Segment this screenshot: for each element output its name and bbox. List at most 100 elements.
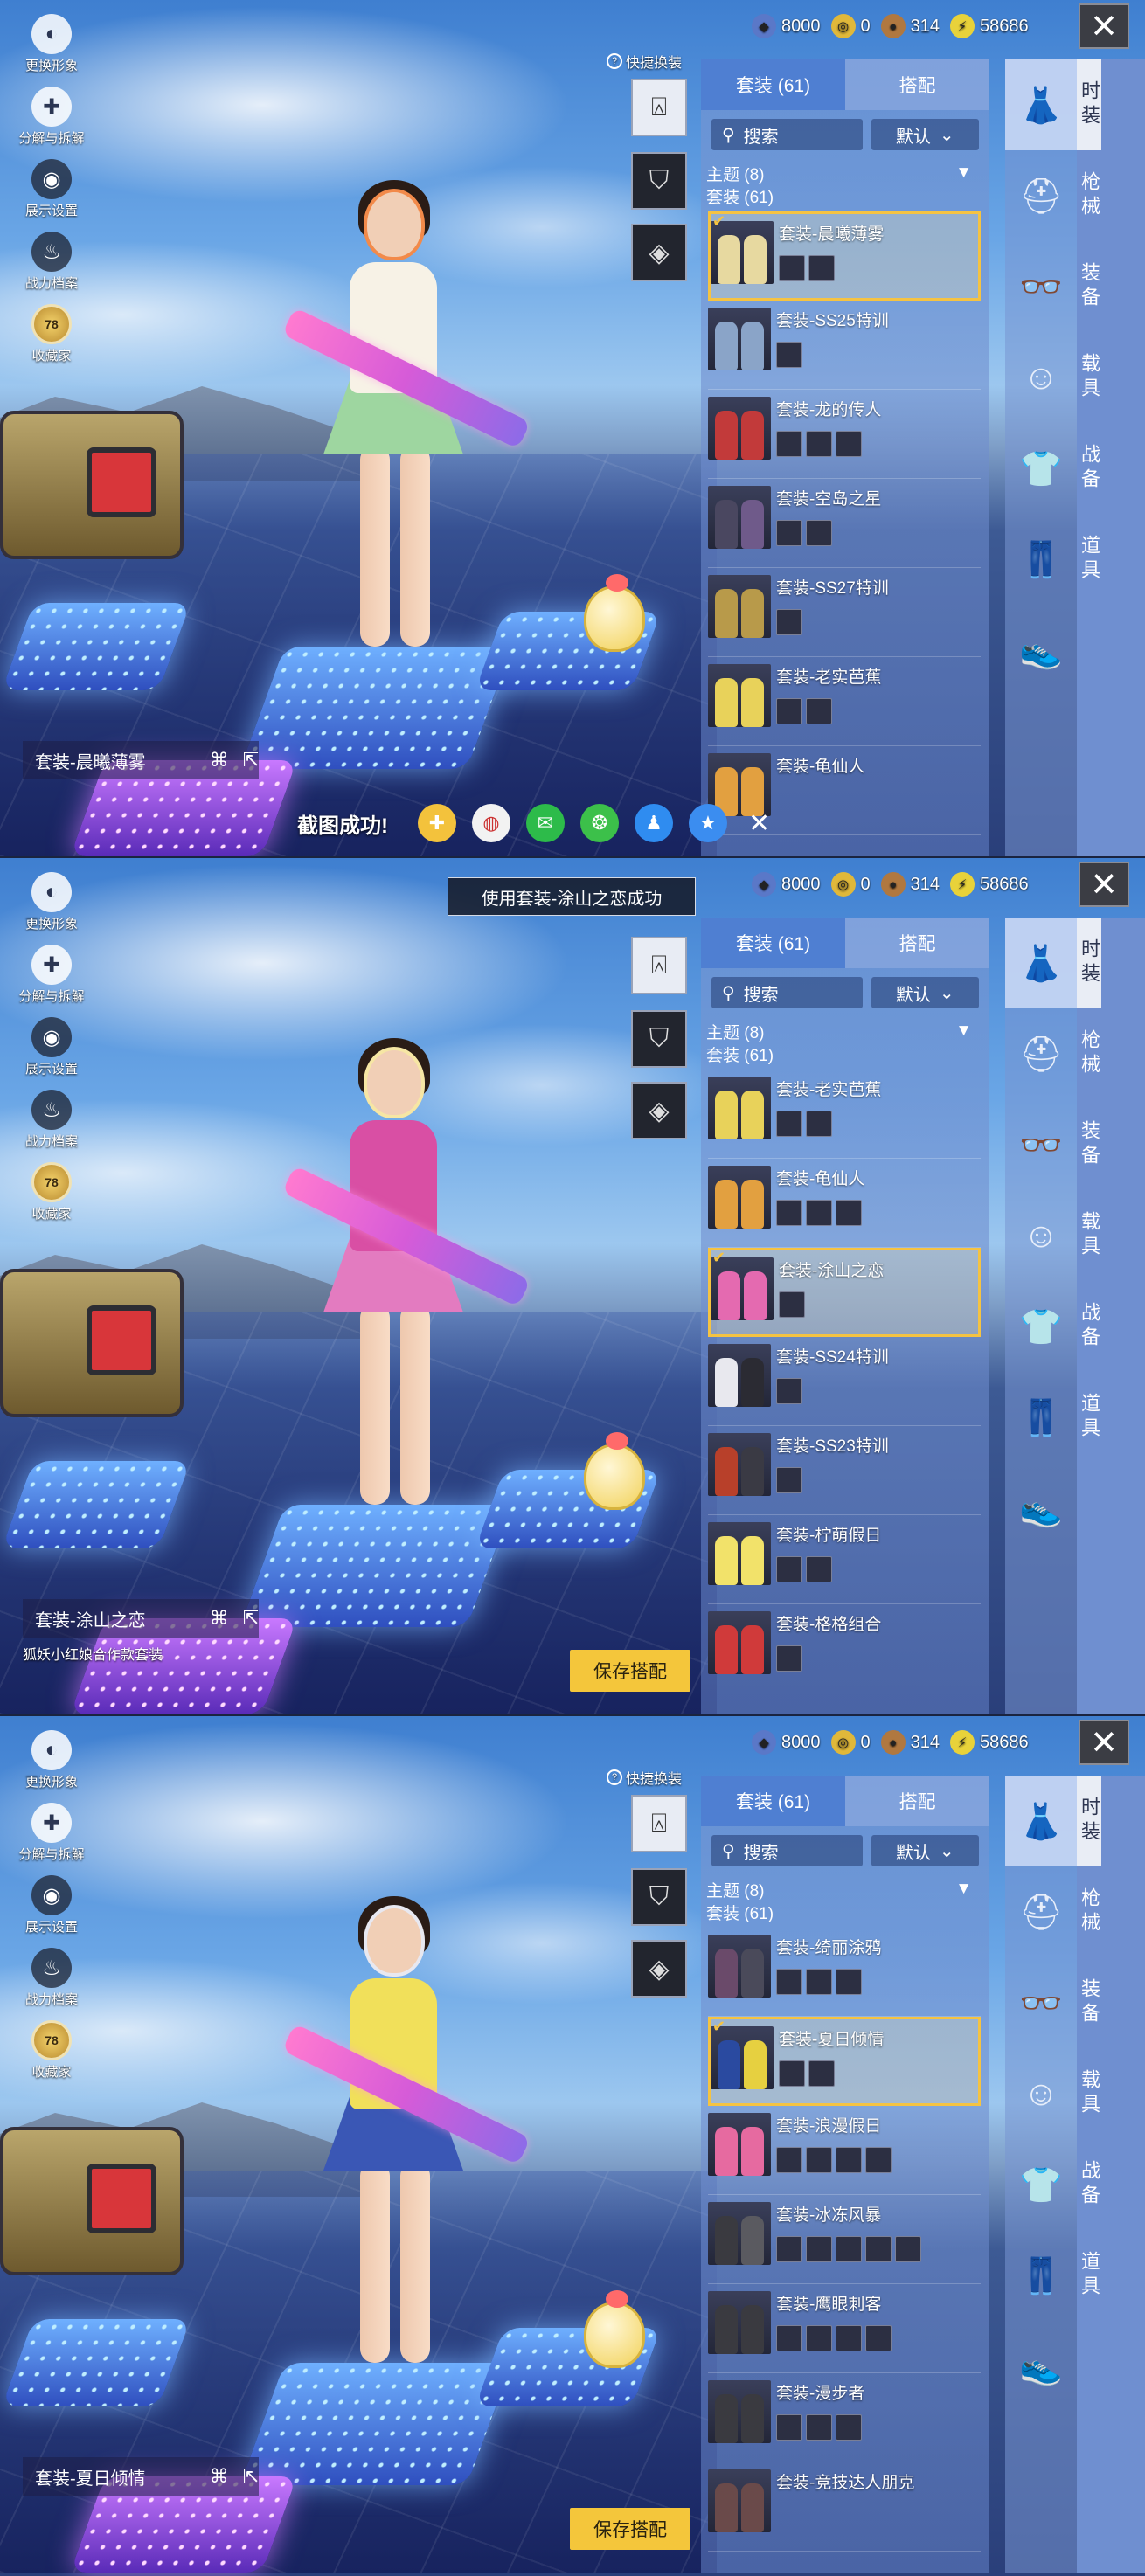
category-tab[interactable]: 时装 [1077, 59, 1101, 150]
close-icon[interactable]: ✕ [748, 808, 770, 839]
outfit-part-icon[interactable] [776, 342, 802, 368]
category-tab[interactable]: 战备 [1077, 423, 1101, 514]
outfit-list-item[interactable]: 套装-SS25特训 [708, 301, 981, 390]
outfit-list-item[interactable]: 套装-SS23特训 [708, 1426, 981, 1515]
tab-outfit[interactable]: 套装 (61) [701, 918, 845, 968]
search-input[interactable]: ⚲ 搜索 [711, 977, 863, 1008]
category-tab[interactable]: 装备 [1077, 241, 1101, 332]
left-menu-item[interactable]: ♨ 战力档案 [16, 1090, 87, 1150]
outfit-part-icon[interactable] [779, 255, 805, 281]
mask-category-icon[interactable]: ☺ [1005, 2048, 1077, 2139]
qzone-icon[interactable]: ★ [689, 804, 727, 842]
outfit-part-icon[interactable] [806, 2414, 832, 2441]
outfit-part-icon[interactable] [776, 2325, 802, 2351]
share-outline-icon[interactable]: ⌘ [210, 2465, 229, 2488]
outfit-list-item[interactable]: 套装-漫步者 [708, 2373, 981, 2462]
quick-swap-button[interactable]: ? 快捷换装 [607, 51, 682, 72]
tab-match[interactable]: 搭配 [845, 59, 989, 110]
outfit-part-icon[interactable] [776, 431, 802, 457]
outfit-part-icon[interactable] [776, 1645, 802, 1672]
outfit-part-icon[interactable] [779, 2060, 805, 2087]
theme-filter[interactable]: 主题 (8) ▼ [701, 1875, 989, 1901]
tab-outfit[interactable]: 套装 (61) [701, 1776, 845, 1826]
category-tab[interactable]: 枪械 [1077, 150, 1101, 241]
outfit-part-icon[interactable] [776, 609, 802, 635]
outfit-part-icon[interactable] [836, 2236, 862, 2262]
share-outline-icon[interactable]: ⌘ [210, 1607, 229, 1630]
outfit-list-item[interactable]: 套装-老实芭蕉 [708, 657, 981, 746]
chicken-pet[interactable] [584, 574, 645, 652]
emblem-slot[interactable]: ⛉ [631, 1868, 687, 1926]
outfit-part-icon[interactable] [806, 2236, 832, 2262]
outfit-list-item[interactable]: 套装-龟仙人 [708, 1159, 981, 1248]
outfit-part-icon[interactable] [776, 1200, 802, 1226]
emblem-slot[interactable]: ⛉ [631, 1010, 687, 1068]
outfit-part-icon[interactable] [806, 2325, 832, 2351]
save-outfit-button[interactable]: 保存搭配 [570, 2508, 690, 2550]
search-input[interactable]: ⚲ 搜索 [711, 1835, 863, 1866]
chicken-pet[interactable] [584, 2290, 645, 2368]
outfit-part-icon[interactable] [776, 2236, 802, 2262]
outfit-part-icon[interactable] [776, 2147, 802, 2173]
left-menu-item[interactable]: 78 收藏家 [16, 2020, 87, 2081]
left-menu-item[interactable]: ◉ 展示设置 [16, 159, 87, 219]
category-tab[interactable]: 载具 [1077, 2048, 1101, 2139]
outfit-part-icon[interactable] [836, 1969, 862, 1995]
mask-category-icon[interactable]: ☺ [1005, 1190, 1077, 1281]
left-menu-item[interactable]: ✚ 分解与拆解 [16, 945, 87, 1005]
outfit-list-item[interactable]: 套装-SS27特训 [708, 568, 981, 657]
left-menu-item[interactable]: ◐ 更换形象 [16, 872, 87, 932]
chicken-pet[interactable] [584, 1432, 645, 1510]
category-tab[interactable]: 载具 [1077, 1190, 1101, 1281]
category-tab[interactable]: 枪械 [1077, 1866, 1101, 1957]
outfit-list-item[interactable]: 套装-柠萌假日 [708, 1515, 981, 1604]
top-category-icon[interactable]: 👕 [1005, 423, 1077, 514]
shoes-category-icon[interactable]: 👟 [1005, 605, 1077, 696]
outfit-part-icon[interactable] [776, 520, 802, 546]
outfit-list-item[interactable]: 套装-鹰眼刺客 [708, 2284, 981, 2373]
theme-filter[interactable]: 主题 (8) ▼ [701, 1017, 989, 1043]
close-button[interactable]: ✕ [1079, 1720, 1129, 1765]
player-character[interactable] [281, 1033, 531, 1522]
outfit-list-item[interactable]: 套装-格格组合 [708, 1604, 981, 1693]
outfit-part-icon[interactable] [836, 1200, 862, 1226]
sort-dropdown[interactable]: 默认 ⌄ [871, 119, 979, 150]
badge-slot[interactable]: ◈ [631, 224, 687, 281]
close-button[interactable]: ✕ [1079, 3, 1129, 49]
emblem-slot[interactable]: ⛉ [631, 152, 687, 210]
qq-icon[interactable]: ♟ [635, 804, 673, 842]
outfit-part-icon[interactable] [776, 1467, 802, 1493]
glasses-category-icon[interactable]: 👓 [1005, 1099, 1077, 1190]
left-menu-item[interactable]: ♨ 战力档案 [16, 232, 87, 292]
left-menu-item[interactable]: 78 收藏家 [16, 304, 87, 364]
glasses-category-icon[interactable]: 👓 [1005, 1957, 1077, 2048]
wechat-icon[interactable]: ✉ [526, 804, 565, 842]
category-tab[interactable]: 道具 [1077, 514, 1101, 605]
outfit-part-icon[interactable] [776, 1111, 802, 1137]
outfit-part-icon[interactable] [806, 520, 832, 546]
outfit-part-icon[interactable] [776, 698, 802, 724]
tab-match[interactable]: 搭配 [845, 1776, 989, 1826]
outfit-part-icon[interactable] [776, 1556, 802, 1582]
close-button[interactable]: ✕ [1079, 862, 1129, 907]
left-menu-item[interactable]: ✚ 分解与拆解 [16, 87, 87, 147]
left-menu-item[interactable]: ✚ 分解与拆解 [16, 1803, 87, 1863]
save-outfit-button[interactable]: 保存搭配 [570, 1650, 690, 1692]
outfit-category-icon[interactable]: 👗 [1005, 1776, 1077, 1866]
category-tab[interactable]: 战备 [1077, 2139, 1101, 2230]
pants-category-icon[interactable]: 👖 [1005, 2230, 1077, 2321]
export-icon[interactable]: ⇱ [243, 749, 259, 772]
outfit-part-icon[interactable] [776, 1378, 802, 1404]
wardrobe-hanger-slot[interactable]: ⍓ [631, 79, 687, 136]
share-outline-icon[interactable]: ⌘ [210, 749, 229, 772]
helmet-category-icon[interactable]: ⛑ [1005, 1008, 1077, 1099]
left-menu-item[interactable]: ◐ 更换形象 [16, 1730, 87, 1790]
outfit-list-item[interactable]: ✔ 套装-涂山之恋 [708, 1248, 981, 1337]
pants-category-icon[interactable]: 👖 [1005, 1372, 1077, 1463]
player-character[interactable] [281, 175, 531, 664]
outfit-part-icon[interactable] [836, 2325, 862, 2351]
export-icon[interactable]: ⇱ [243, 2465, 259, 2488]
mask-category-icon[interactable]: ☺ [1005, 332, 1077, 423]
outfit-part-icon[interactable] [865, 2147, 892, 2173]
outfit-list-item[interactable]: 套装-空岛之星 [708, 479, 981, 568]
